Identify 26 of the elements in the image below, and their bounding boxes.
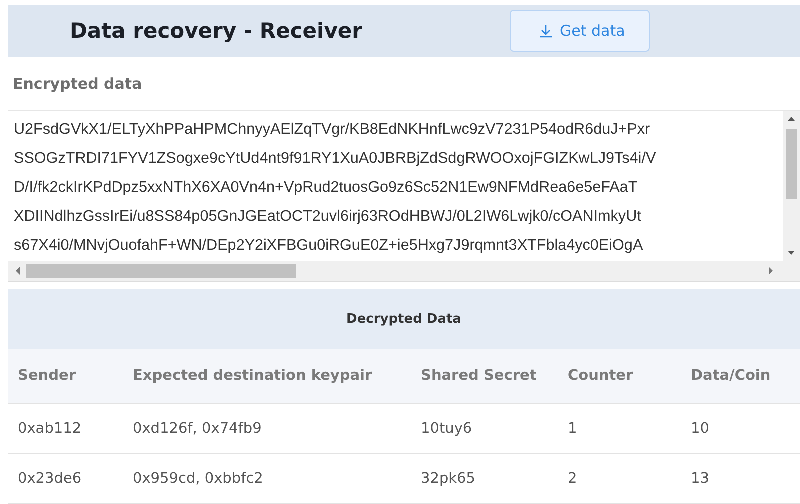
table-cell: 10 xyxy=(681,404,800,454)
table-cell: 13 xyxy=(681,454,800,504)
column-header: Data/Coin xyxy=(681,349,800,404)
table-title: Decrypted Data xyxy=(346,312,462,326)
table-cell: 0xab112 xyxy=(8,404,123,454)
table-cell: 32pk65 xyxy=(411,454,558,504)
page-title: Data recovery - Receiver xyxy=(70,19,364,43)
table-cell: 0x23de6 xyxy=(8,454,123,504)
table-cell: 1 xyxy=(558,404,681,454)
column-header: Shared Secret xyxy=(411,349,558,404)
horizontal-scrollbar[interactable] xyxy=(8,261,800,281)
column-header: Expected destination keypair xyxy=(123,349,411,404)
encrypted-text-line: D/I/fk2ckIrKPdDpz5xxNThX6XA0Vn4n+VpRud2tuosGo9z6Sc52N1Ew9NFMdRea6e5eFAaT xyxy=(14,178,638,198)
encrypted-text-line: SSOGzTRDI71FYV1ZSogxe9cYtUd4nt9f91RY1XuA0JBRBjZdSdgRWOOxojFGIZKwLJ9Ts4i/V xyxy=(14,149,656,169)
encrypted-text-line: s67X4i0/MNvjOuofahF+WN/DEp2Y2iXFBGu0iRGuE0Z+ie5Hxg7J9rqmnt3XTFbla4yc0EiOgA xyxy=(14,236,644,256)
column-header: Sender xyxy=(8,349,123,404)
section-label: Encrypted data xyxy=(8,57,800,111)
table-cell: 2 xyxy=(558,454,681,504)
table-cell: 0x959cd, 0xbbfc2 xyxy=(123,454,411,504)
encrypted-text-line: U2FsdGVkX1/ELTyXhPPaHPMChnyyAElZqTVgr/KB8EdNKHnfLwc9zV7231P54odR6duJ+Pxr xyxy=(14,120,650,140)
encrypted-text-line: XDIINdlhzGssIrEi/u8SS84p05GnJGEatOCT2uvl6irj63ROdHBWJ/0L2IW6Lwjk0/cOANImkyUt xyxy=(14,207,642,227)
get-data-button[interactable]: Get data xyxy=(510,10,650,52)
table-cell: 10tuy6 xyxy=(411,404,558,454)
column-header: Counter xyxy=(558,349,681,404)
download-icon xyxy=(539,24,553,38)
table-cell: 0xd126f, 0x74fb9 xyxy=(123,404,411,454)
